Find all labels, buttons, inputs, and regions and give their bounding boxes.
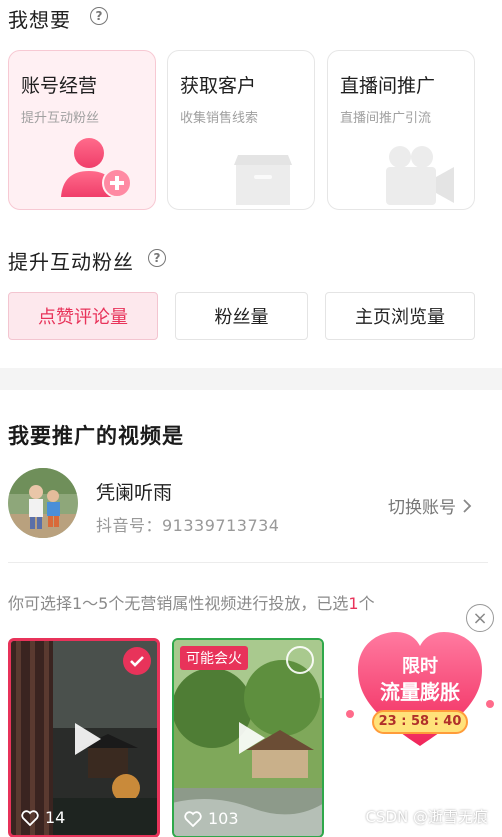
- want-section-title: 我想要: [8, 8, 71, 32]
- goal-subtitle: 提升互动粉丝: [21, 111, 100, 126]
- promo-line1: 限时: [402, 656, 438, 677]
- hint-suffix: 个: [358, 594, 375, 613]
- chevron-right-icon: [463, 498, 472, 513]
- play-icon: [239, 722, 265, 754]
- like-count-value: 14: [45, 808, 66, 827]
- watermark: CSDN @逝雪无痕: [365, 808, 488, 826]
- account-name: 凭阑听雨: [96, 482, 173, 504]
- video-section-title: 我要推广的视频是: [8, 424, 184, 448]
- select-circle[interactable]: [286, 646, 314, 674]
- play-icon: [75, 723, 101, 755]
- switch-account-label: 切换账号: [388, 498, 456, 518]
- divider: [8, 562, 488, 563]
- selection-hint: 你可选择1～5个无营销属性视频进行投放，已选1个: [8, 590, 375, 614]
- switch-account-button[interactable]: 切换账号: [388, 493, 472, 518]
- heart-icon: [21, 809, 39, 826]
- metric-option-followers[interactable]: 粉丝量: [175, 292, 308, 340]
- help-icon[interactable]: ?: [148, 249, 166, 267]
- hot-badge: 可能会火: [180, 646, 248, 670]
- account-id: 抖音号：91339713734: [96, 516, 280, 535]
- selected-count: 1: [348, 594, 359, 613]
- check-icon[interactable]: [123, 647, 151, 675]
- metrics-section-title: 提升互动粉丝: [8, 250, 134, 274]
- promo-line2: 流量膨胀: [380, 680, 460, 704]
- goal-card-live[interactable]: 直播间推广 直播间推广引流: [327, 50, 475, 210]
- heart-icon: [184, 810, 202, 827]
- video-thumbnail[interactable]: 14: [8, 638, 160, 837]
- goal-title: 获取客户: [180, 75, 257, 97]
- goal-card-account[interactable]: 账号经营 提升互动粉丝: [8, 50, 156, 210]
- goal-subtitle: 收集销售线索: [180, 111, 259, 126]
- video-camera-icon: [386, 146, 454, 205]
- user-add-icon: [61, 138, 132, 198]
- video-thumbnail[interactable]: 可能会火 103: [172, 638, 324, 837]
- hint-prefix: 你可选择1～5个无营销属性视频进行投放，已选: [8, 594, 349, 613]
- help-icon[interactable]: ?: [90, 7, 108, 25]
- section-divider-band: [0, 368, 502, 390]
- promo-banner[interactable]: 限时 流量膨胀 23 : 58 : 40: [344, 622, 496, 752]
- countdown-timer: 23 : 58 : 40: [372, 710, 468, 734]
- metric-option-profile-views[interactable]: 主页浏览量: [325, 292, 475, 340]
- close-icon[interactable]: ×: [466, 604, 494, 632]
- box-icon: [234, 155, 292, 205]
- goal-title: 账号经营: [21, 75, 98, 97]
- avatar[interactable]: [8, 468, 78, 538]
- goal-title: 直播间推广: [340, 75, 436, 97]
- metric-option-likes-comments[interactable]: 点赞评论量: [8, 292, 158, 340]
- like-count: 103: [184, 809, 239, 828]
- goal-subtitle: 直播间推广引流: [340, 111, 432, 126]
- like-count-value: 103: [208, 809, 239, 828]
- like-count: 14: [21, 808, 65, 827]
- goal-card-customers[interactable]: 获取客户 收集销售线索: [167, 50, 315, 210]
